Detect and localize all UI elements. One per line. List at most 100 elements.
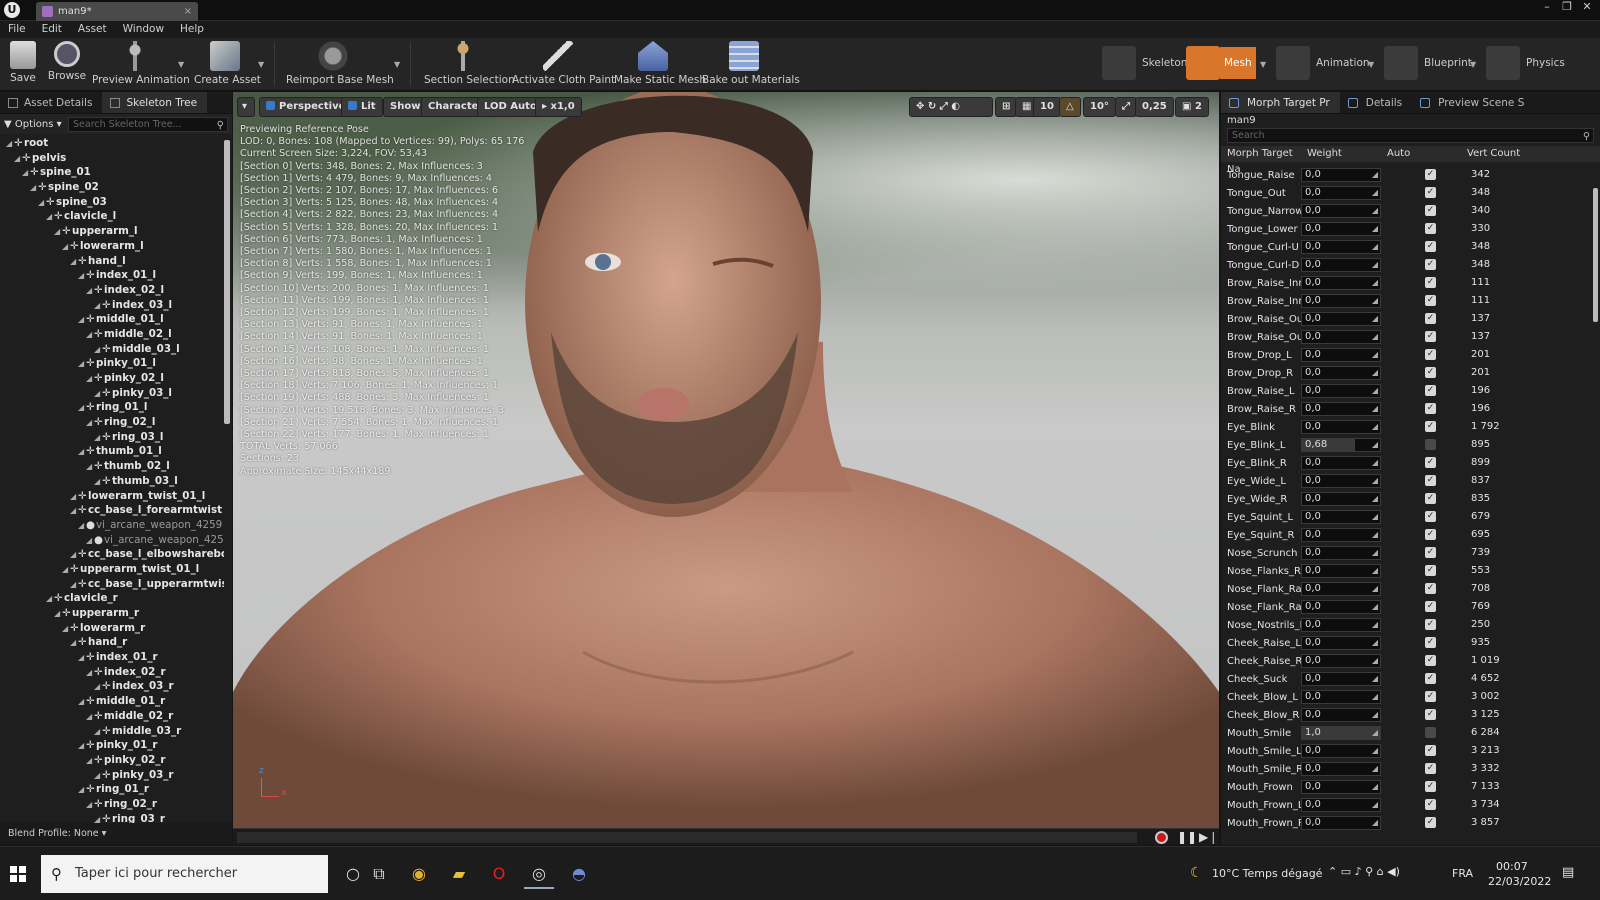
animation-mode-dropdown-icon[interactable]: ▼ [1368, 60, 1374, 69]
skeleton-tree-row[interactable]: ◢ ✛middle_01_l [0, 312, 224, 327]
skeleton-tree-row[interactable]: ◢ ✛thumb_01_l [0, 444, 224, 459]
scale-snap-icon[interactable]: ⤢ [1115, 97, 1137, 117]
morph-target-row[interactable]: Eye_Squint_R 0,0 ◢ ✓ 695 [1221, 526, 1593, 544]
auto-checkbox[interactable]: ✓ [1425, 655, 1436, 666]
morph-target-row[interactable]: Nose_Flank_Raise 0,0 ◢ ✓ 708 [1221, 580, 1593, 598]
slider-handle-icon[interactable]: ◢ [1372, 421, 1378, 433]
morph-target-row[interactable]: Cheek_Raise_L 0,0 ◢ ✓ 935 [1221, 634, 1593, 652]
skeleton-tree-row[interactable]: ◢ ✛index_01_l [0, 268, 224, 283]
skeleton-tree-row[interactable]: ◢ ✛spine_03 [0, 195, 224, 210]
morph-target-row[interactable]: Eye_Blink_R 0,0 ◢ ✓ 899 [1221, 454, 1593, 472]
morph-weight-slider[interactable]: 1,0 ◢ [1301, 726, 1381, 740]
skeleton-tree-row[interactable]: ◢ ✛middle_03_r [0, 724, 224, 739]
skeleton-tree-row[interactable]: ◢ ✛upperarm_l [0, 224, 224, 239]
section-selection-button[interactable]: Section Selection [424, 40, 515, 90]
slider-handle-icon[interactable]: ◢ [1372, 277, 1378, 289]
morph-weight-slider[interactable]: 0,0 ◢ [1301, 672, 1381, 686]
morph-weight-slider[interactable]: 0,0 ◢ [1301, 456, 1381, 470]
morph-target-row[interactable]: Cheek_Blow_L 0,0 ◢ ✓ 3 002 [1221, 688, 1593, 706]
skeleton-tree-row[interactable]: ◢ ✛ring_01_r [0, 782, 224, 797]
slider-handle-icon[interactable]: ◢ [1372, 349, 1378, 361]
skeleton-tree-row[interactable]: ◢ ✛thumb_03_l [0, 474, 224, 489]
clock-time[interactable]: 00:07 [1496, 860, 1528, 873]
expand-arrow-icon[interactable]: ◢ [70, 255, 78, 270]
morph-weight-slider[interactable]: 0,0 ◢ [1301, 798, 1381, 812]
morph-weight-slider[interactable]: 0,0 ◢ [1301, 816, 1381, 830]
skeleton-tree-row[interactable]: ◢ ✛hand_r [0, 635, 224, 650]
slider-handle-icon[interactable]: ◢ [1372, 601, 1378, 613]
morph-weight-slider[interactable]: 0,0 ◢ [1301, 564, 1381, 578]
slider-handle-icon[interactable]: ◢ [1372, 547, 1378, 559]
morph-target-row[interactable]: Eye_Blink_L 0,68 ◢ ✓ 895 [1221, 436, 1593, 454]
slider-handle-icon[interactable]: ◢ [1372, 745, 1378, 757]
reimport-dropdown-icon[interactable]: ▼ [394, 60, 400, 69]
skeleton-tree-row[interactable]: ◢ ✛index_03_l [0, 298, 224, 313]
morph-weight-slider[interactable]: 0,0 ◢ [1301, 312, 1381, 326]
morph-weight-slider[interactable]: 0,0 ◢ [1301, 654, 1381, 668]
auto-checkbox[interactable]: ✓ [1425, 313, 1436, 324]
slider-handle-icon[interactable]: ◢ [1372, 295, 1378, 307]
morph-target-row[interactable]: Tongue_Out 0,0 ◢ ✓ 348 [1221, 184, 1593, 202]
slider-handle-icon[interactable]: ◢ [1372, 169, 1378, 181]
auto-checkbox[interactable]: ✓ [1425, 817, 1436, 828]
auto-checkbox[interactable]: ✓ [1425, 169, 1436, 180]
auto-checkbox[interactable]: ✓ [1425, 385, 1436, 396]
skeleton-tree-row[interactable]: ◢ ●vi_arcane_weapon_4259 [0, 518, 224, 533]
expand-arrow-icon[interactable]: ◢ [38, 196, 46, 211]
slider-handle-icon[interactable]: ◢ [1372, 403, 1378, 415]
morph-target-row[interactable]: Tongue_Raise 0,0 ◢ ✓ 342 [1221, 166, 1593, 184]
auto-checkbox[interactable]: ✓ [1425, 529, 1436, 540]
viewport-options-dropdown[interactable]: ▾ [237, 97, 255, 117]
preview-viewport[interactable]: ▾ Perspective Lit Show Character LOD Aut… [233, 92, 1219, 828]
tab-morph-target-preview[interactable]: Morph Target Pr [1221, 92, 1340, 113]
expand-arrow-icon[interactable]: ◢ [46, 592, 54, 607]
morph-weight-slider[interactable]: 0,0 ◢ [1301, 240, 1381, 254]
morph-weight-slider[interactable]: 0,0 ◢ [1301, 168, 1381, 182]
morph-weight-slider[interactable]: 0,0 ◢ [1301, 258, 1381, 272]
expand-arrow-icon[interactable]: ◢ [94, 299, 102, 314]
morph-target-row[interactable]: Cheek_Raise_R 0,0 ◢ ✓ 1 019 [1221, 652, 1593, 670]
menu-help[interactable]: Help [180, 21, 204, 38]
expand-arrow-icon[interactable]: ◢ [6, 137, 14, 152]
morph-weight-slider[interactable]: 0,0 ◢ [1301, 744, 1381, 758]
activate-cloth-paint-button[interactable]: Activate Cloth Paint [512, 40, 615, 90]
skeleton-tree-row[interactable]: ◢ ✛pelvis [0, 151, 224, 166]
skeleton-tree-row[interactable]: ◢ ✛cc_base_l_upperarmtwis [0, 577, 224, 592]
morph-target-row[interactable]: Brow_Raise_Inner 0,0 ◢ ✓ 111 [1221, 274, 1593, 292]
options-dropdown[interactable]: ▼ Options ▾ [4, 119, 64, 130]
auto-checkbox[interactable]: ✓ [1425, 583, 1436, 594]
blueprint-mode-dropdown-icon[interactable]: ▼ [1470, 60, 1476, 69]
auto-checkbox[interactable]: ✓ [1425, 367, 1436, 378]
skeleton-tree-scrollbar[interactable] [224, 140, 230, 424]
expand-arrow-icon[interactable]: ◢ [86, 460, 94, 475]
auto-checkbox[interactable]: ✓ [1425, 331, 1436, 342]
morph-target-row[interactable]: Eye_Wide_R 0,0 ◢ ✓ 835 [1221, 490, 1593, 508]
skeleton-tree-row[interactable]: ◢ ✛index_02_l [0, 283, 224, 298]
morph-weight-slider[interactable]: 0,0 ◢ [1301, 366, 1381, 380]
auto-checkbox[interactable]: ✓ [1425, 673, 1436, 684]
auto-checkbox[interactable]: ✓ [1425, 259, 1436, 270]
expand-arrow-icon[interactable]: ◢ [94, 343, 102, 358]
morph-target-row[interactable]: Mouth_Frown 0,0 ◢ ✓ 7 133 [1221, 778, 1593, 796]
make-static-mesh-button[interactable]: Make Static Mesh [614, 40, 706, 90]
auto-checkbox[interactable]: ✓ [1425, 277, 1436, 288]
morph-target-row[interactable]: Tongue_Curl-U 0,0 ◢ ✓ 348 [1221, 238, 1593, 256]
skeleton-tree-row[interactable]: ◢ ✛cc_base_l_elbowsharebo [0, 547, 224, 562]
slider-handle-icon[interactable]: ◢ [1372, 241, 1378, 253]
skeleton-tree-row[interactable]: ◢ ✛lowerarm_twist_01_l [0, 489, 224, 504]
morph-weight-slider[interactable]: 0,0 ◢ [1301, 600, 1381, 614]
skeleton-tree-row[interactable]: ◢ ✛lowerarm_l [0, 239, 224, 254]
auto-checkbox[interactable]: ✓ [1425, 799, 1436, 810]
auto-checkbox[interactable]: ✓ [1425, 781, 1436, 792]
expand-arrow-icon[interactable]: ◢ [94, 680, 102, 695]
expand-arrow-icon[interactable]: ◢ [94, 725, 102, 740]
auto-checkbox[interactable]: ✓ [1425, 223, 1436, 234]
morph-weight-slider[interactable]: 0,0 ◢ [1301, 348, 1381, 362]
skeleton-tree-row[interactable]: ◢ ✛ring_02_l [0, 415, 224, 430]
morph-target-row[interactable]: Brow_Raise_L 0,0 ◢ ✓ 196 [1221, 382, 1593, 400]
grid-size-button[interactable]: 10 [1033, 97, 1061, 117]
skeleton-search-input[interactable]: Search Skeleton Tree... ⚲ [68, 116, 228, 132]
slider-handle-icon[interactable]: ◢ [1372, 799, 1378, 811]
skeleton-tree-row[interactable]: ◢ ✛cc_base_l_forearmtwist [0, 503, 224, 518]
tab-details[interactable]: Details [1340, 92, 1412, 113]
